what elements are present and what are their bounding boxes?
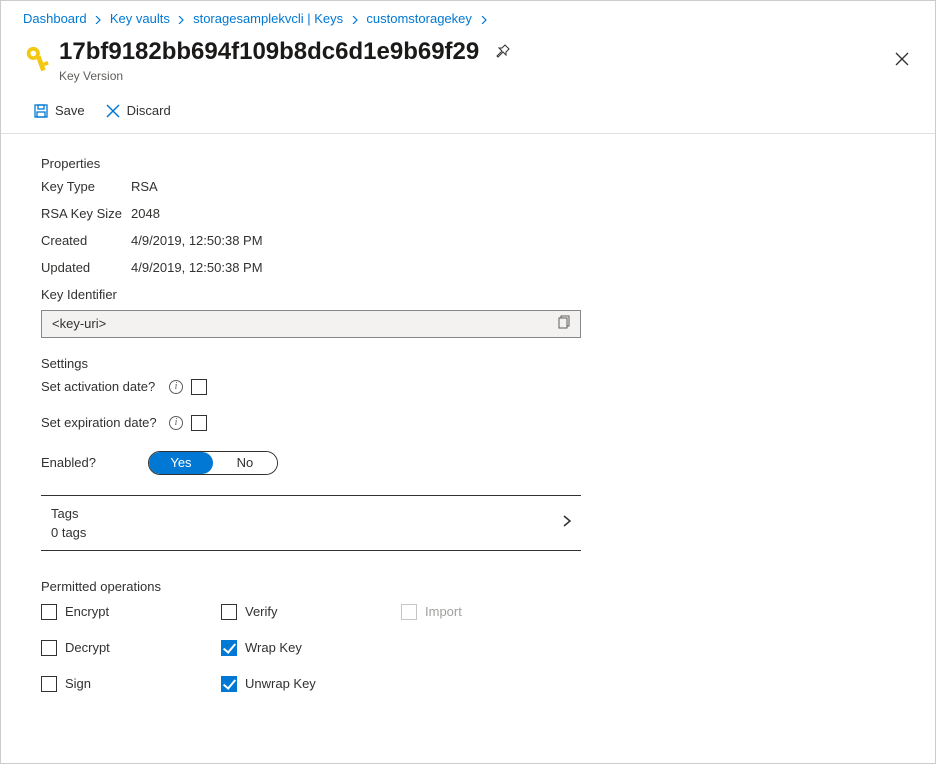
breadcrumb-keyname[interactable]: customstoragekey — [366, 11, 472, 26]
import-label: Import — [425, 604, 462, 619]
key-type-label: Key Type — [41, 179, 131, 194]
chevron-right-icon — [94, 16, 102, 24]
key-icon — [23, 44, 53, 74]
key-identifier-field: <key-uri> — [41, 310, 581, 338]
key-type-value: RSA — [131, 179, 158, 194]
expiration-date-label: Set expiration date? — [41, 415, 161, 430]
key-size-value: 2048 — [131, 206, 160, 221]
chevron-right-icon — [177, 16, 185, 24]
created-label: Created — [41, 233, 131, 248]
page-title: 17bf9182bb694f109b8dc6d1e9b69f29 — [59, 38, 479, 67]
updated-value: 4/9/2019, 12:50:38 PM — [131, 260, 263, 275]
enabled-yes-option[interactable]: Yes — [149, 452, 213, 474]
created-value: 4/9/2019, 12:50:38 PM — [131, 233, 263, 248]
unwrap-key-label: Unwrap Key — [245, 676, 316, 691]
permitted-operations-label: Permitted operations — [41, 579, 913, 594]
save-button[interactable]: Save — [31, 99, 87, 123]
pin-icon — [495, 43, 511, 59]
unwrap-key-checkbox[interactable] — [221, 676, 237, 692]
tags-count: 0 tags — [51, 525, 559, 540]
properties-section-label: Properties — [41, 156, 913, 171]
close-button[interactable] — [891, 48, 913, 75]
tags-row[interactable]: Tags 0 tags — [41, 495, 581, 551]
chevron-right-icon — [561, 515, 573, 527]
decrypt-label: Decrypt — [65, 640, 110, 655]
encrypt-label: Encrypt — [65, 604, 109, 619]
discard-button[interactable]: Discard — [103, 99, 173, 123]
verify-label: Verify — [245, 604, 278, 619]
pin-button[interactable] — [491, 39, 515, 66]
expiration-date-checkbox[interactable] — [191, 415, 207, 431]
verify-checkbox[interactable] — [221, 604, 237, 620]
save-icon — [33, 103, 49, 119]
chevron-right-icon — [480, 16, 488, 24]
breadcrumb-keyvaults[interactable]: Key vaults — [110, 11, 170, 26]
settings-section-label: Settings — [41, 356, 913, 371]
breadcrumb: Dashboard Key vaults storagesamplekvcli … — [1, 1, 935, 32]
breadcrumb-vault-keys[interactable]: storagesamplekvcli | Keys — [193, 11, 343, 26]
breadcrumb-dashboard[interactable]: Dashboard — [23, 11, 87, 26]
discard-icon — [105, 103, 121, 119]
sign-checkbox[interactable] — [41, 676, 57, 692]
import-checkbox — [401, 604, 417, 620]
chevron-right-icon — [351, 16, 359, 24]
sign-label: Sign — [65, 676, 91, 691]
tags-label: Tags — [51, 506, 559, 521]
wrap-key-checkbox[interactable] — [221, 640, 237, 656]
save-label: Save — [55, 103, 85, 118]
key-identifier-label: Key Identifier — [41, 287, 913, 302]
copy-button[interactable] — [556, 313, 574, 334]
tags-expand-button[interactable] — [559, 513, 575, 532]
activation-date-label: Set activation date? — [41, 379, 161, 394]
activation-date-checkbox[interactable] — [191, 379, 207, 395]
enabled-label: Enabled? — [41, 455, 96, 470]
key-identifier-value: <key-uri> — [52, 316, 556, 331]
info-icon[interactable]: i — [169, 380, 183, 394]
info-icon[interactable]: i — [169, 416, 183, 430]
enabled-no-option[interactable]: No — [213, 452, 277, 474]
enabled-toggle[interactable]: Yes No — [148, 451, 278, 475]
discard-label: Discard — [127, 103, 171, 118]
decrypt-checkbox[interactable] — [41, 640, 57, 656]
close-icon — [895, 52, 909, 66]
wrap-key-label: Wrap Key — [245, 640, 302, 655]
encrypt-checkbox[interactable] — [41, 604, 57, 620]
updated-label: Updated — [41, 260, 131, 275]
key-size-label: RSA Key Size — [41, 206, 131, 221]
page-subtitle: Key Version — [59, 69, 913, 83]
toolbar: Save Discard — [1, 91, 935, 134]
copy-icon — [558, 315, 572, 329]
